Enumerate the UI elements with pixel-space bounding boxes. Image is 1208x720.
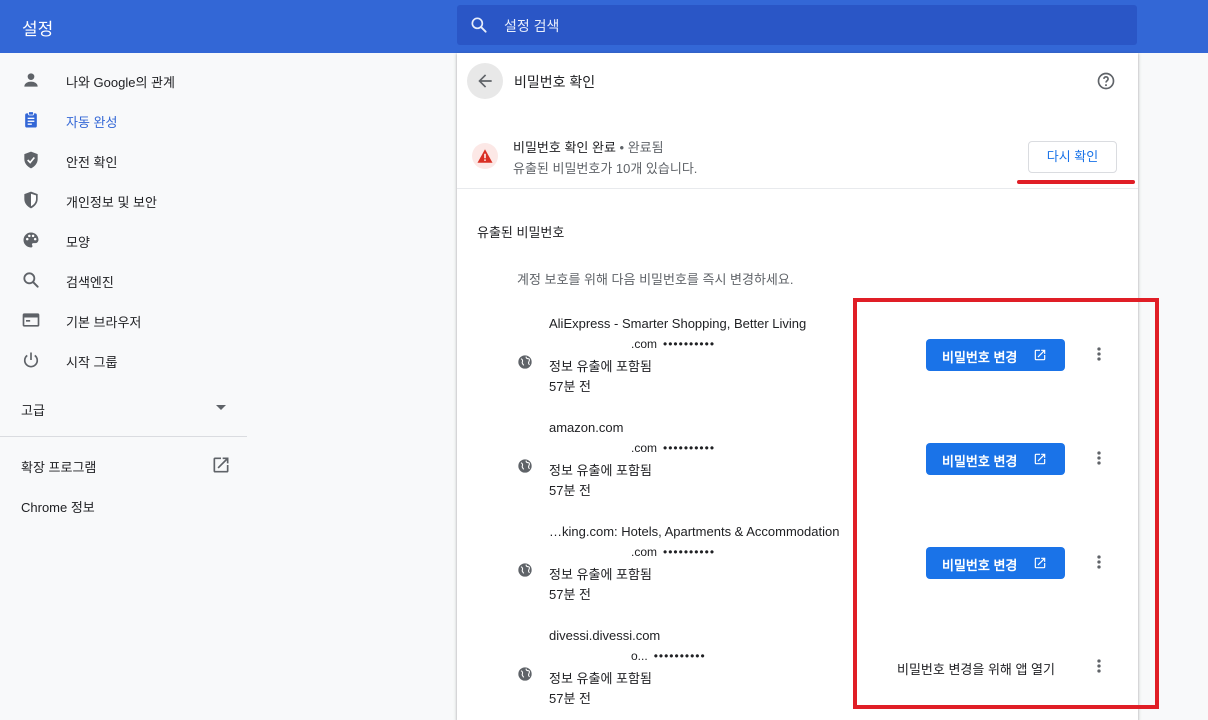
site-name: divessi.divessi.com [549,628,661,643]
username: o... •••••••••• [549,648,706,663]
compromise-reason: 정보 유출에 포함됨 [549,463,652,478]
sidebar-item-privacy[interactable]: 개인정보 및 보안 [0,182,247,218]
status-separator: • [615,140,628,155]
compromise-time: 57분 전 [549,483,591,498]
sidebar-item-label: 시작 그룹 [66,355,118,370]
section-description: 계정 보호를 위해 다음 비밀번호를 즉시 변경하세요. [517,272,794,287]
username: .com •••••••••• [549,440,715,455]
globe-icon [518,667,532,681]
browser-window-icon [22,313,40,327]
compromise-reason: 정보 유출에 포함됨 [549,359,652,374]
status-state: 완료됨 [627,140,664,155]
username-suffix: .com [631,337,658,351]
masked-password: •••••••••• [663,441,716,455]
palette-icon [23,232,39,248]
search-input[interactable]: 설정 검색 [504,16,559,36]
sidebar-divider [0,436,247,437]
username-suffix: .com [631,545,658,559]
sidebar-item-search-engine[interactable]: 검색엔진 [0,262,247,298]
annotation-highlight-box [853,298,1159,709]
annotation-underline [1017,180,1135,184]
sidebar-item-you-and-google[interactable]: 나와 Google의 관계 [0,62,247,98]
status-title-text: 비밀번호 확인 완료 [513,140,616,155]
section-title: 유출된 비밀번호 [477,225,565,240]
sidebar-advanced-toggle[interactable]: 고급 [0,392,247,426]
person-icon [24,73,38,87]
redacted-username [549,544,631,556]
redacted-username [549,336,631,348]
status-summary: 유출된 비밀번호가 10개 있습니다. [513,161,698,176]
sidebar-item-label: 모양 [66,235,90,250]
sidebar-item-label: 나와 Google의 관계 [66,75,175,90]
sidebar-item-appearance[interactable]: 모양 [0,222,247,258]
globe-icon [518,563,532,577]
compromise-reason: 정보 유출에 포함됨 [549,671,652,686]
username-suffix: o... [631,649,648,663]
clipboard-icon [25,111,37,128]
globe-icon [518,459,532,473]
sidebar-item-label: 기본 브라우저 [66,315,142,330]
sidebar-item-default-browser[interactable]: 기본 브라우저 [0,302,247,338]
compromise-time: 57분 전 [549,379,591,394]
arrow-back-icon [478,74,492,88]
sidebar-item-safety-check[interactable]: 안전 확인 [0,142,247,178]
masked-password: •••••••••• [663,337,716,351]
sidebar-item-label: 안전 확인 [66,155,118,170]
power-icon [23,352,39,368]
sidebar-item-label: 자동 완성 [66,115,118,130]
shield-check-icon [24,151,38,169]
open-in-new-icon [213,457,229,473]
sidebar-item-extensions[interactable]: 확장 프로그램 [0,450,247,480]
shield-half-icon [24,191,38,209]
compromise-time: 57분 전 [549,587,591,602]
sidebar-item-on-startup[interactable]: 시작 그룹 [0,342,247,378]
sidebar: 나와 Google의 관계 자동 완성 안전 확인 개인정보 및 보안 모양 검… [0,53,247,720]
warning-badge [472,143,498,169]
subpage-title: 비밀번호 확인 [514,74,596,90]
advanced-label: 고급 [21,403,45,418]
compromise-time: 57분 전 [549,691,591,706]
back-button[interactable] [467,63,503,99]
page-title: 설정 [22,20,54,39]
sidebar-item-label: 검색엔진 [66,275,114,290]
search-box[interactable]: 설정 검색 [457,5,1137,45]
sidebar-item-label: 개인정보 및 보안 [66,195,157,210]
warning-icon [477,149,493,163]
search-icon [471,17,487,33]
globe-icon [518,355,532,369]
username: .com •••••••••• [549,336,715,351]
help-icon[interactable] [1096,71,1116,91]
username-suffix: .com [631,441,658,455]
top-bar: 설정 설정 검색 [0,0,1208,53]
site-name: AliExpress - Smarter Shopping, Better Li… [549,316,807,331]
sidebar-item-about-chrome[interactable]: Chrome 정보 [21,497,95,516]
status-title: 비밀번호 확인 완료 • 완료됨 [513,137,664,156]
compromise-reason: 정보 유출에 포함됨 [549,567,652,582]
redacted-username [549,648,631,660]
site-name: amazon.com [549,420,624,435]
masked-password: •••••••••• [653,649,706,663]
caret-down-icon [216,405,226,410]
username: .com •••••••••• [549,544,715,559]
site-name: …king.com: Hotels, Apartments & Accommod… [549,524,840,539]
extensions-label: 확장 프로그램 [21,460,97,475]
search-icon [23,272,39,288]
redacted-username [549,440,631,452]
recheck-button[interactable]: 다시 확인 [1028,141,1117,173]
masked-password: •••••••••• [663,545,716,559]
sidebar-item-autofill[interactable]: 자동 완성 [0,102,247,138]
